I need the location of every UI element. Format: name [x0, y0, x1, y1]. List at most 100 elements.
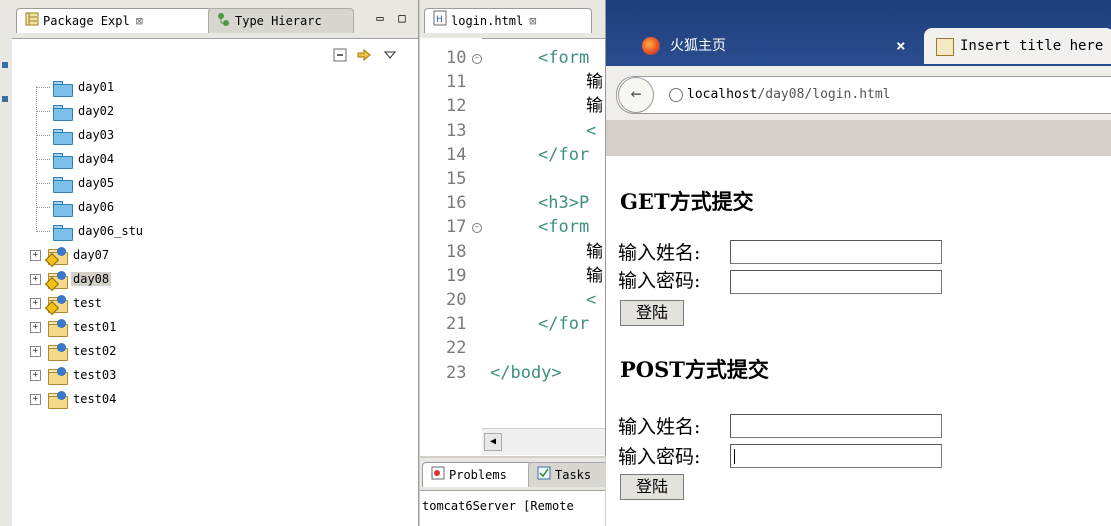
tree-item-test02[interactable]: + test02	[30, 340, 118, 362]
folder-icon	[52, 200, 73, 217]
tab-type-hierarchy[interactable]: Type Hierarc	[208, 8, 354, 33]
tree-item-day07[interactable]: + day07	[30, 244, 111, 267]
get-submit-button[interactable]: 登陆	[620, 300, 684, 326]
text-caret	[734, 449, 735, 464]
get-form-heading: GET方式提交	[620, 189, 754, 214]
tab-login-html[interactable]: H login.html ⊠	[424, 8, 592, 33]
package-explorer-toolbar	[12, 40, 418, 70]
back-arrow-icon: ←	[630, 83, 642, 104]
tab-label: Insert title here	[960, 38, 1104, 54]
tree-item-label: test01	[73, 320, 117, 334]
project-folder-icon	[44, 294, 68, 315]
expand-icon[interactable]: +	[30, 274, 41, 285]
tab-label: 火狐主页	[670, 38, 726, 54]
horizontal-scrollbar[interactable]: ◀	[482, 428, 605, 455]
tab-label: Problems	[449, 468, 507, 482]
post-password-input[interactable]	[730, 444, 942, 468]
tree-connector	[36, 231, 50, 232]
tree-connector	[36, 111, 50, 112]
tree-item-label: day02	[78, 104, 115, 118]
code-line: <form	[538, 217, 590, 238]
link-with-editor-icon[interactable]	[356, 48, 372, 64]
project-folder-icon	[47, 366, 68, 385]
tab-problems[interactable]: Problems	[422, 462, 532, 487]
expand-icon[interactable]: +	[30, 298, 41, 309]
tree-connector	[36, 159, 50, 160]
expand-icon[interactable]: +	[30, 394, 41, 405]
tree-item-test01[interactable]: + test01	[30, 316, 118, 338]
code-text-area[interactable]: <form 输输 < </for <h3>P <form 输输 < </for </body>	[420, 38, 605, 428]
bookmarks-toolbar	[606, 120, 1111, 156]
maximize-icon[interactable]: □	[394, 10, 410, 26]
minimize-icon[interactable]: ▭	[372, 10, 388, 26]
tree-item-test03[interactable]: + test03	[30, 364, 118, 386]
code-line: <	[586, 120, 597, 141]
firefox-tabstrip: 火狐主页 × Insert title here	[606, 0, 1111, 66]
close-icon[interactable]: ⊠	[529, 14, 536, 28]
close-tab-icon[interactable]: ×	[896, 28, 906, 64]
firefox-window: 火狐主页 × Insert title here localhost/day08…	[606, 0, 1111, 526]
code-line: <	[586, 290, 597, 310]
tree-item-label: test	[73, 296, 102, 310]
tab-tasks[interactable]: Tasks	[528, 462, 616, 487]
scroll-left-icon[interactable]: ◀	[484, 433, 502, 451]
problems-view: Problems Tasks tomcat6Server [Remote	[420, 458, 616, 526]
tree-item-label: day01	[78, 80, 115, 94]
url-host: localhost	[687, 87, 758, 102]
collapse-all-icon[interactable]	[332, 48, 348, 64]
tree-item-day05[interactable]: day05	[36, 172, 116, 194]
tree-item-day08[interactable]: + day08	[30, 268, 112, 291]
url-text[interactable]: localhost/day08/login.html	[669, 77, 891, 113]
expand-icon[interactable]: +	[30, 370, 41, 381]
tree-item-label: test04	[73, 392, 117, 406]
tree-item-day06_stu[interactable]: day06_stu	[36, 220, 145, 242]
expand-icon[interactable]: +	[30, 346, 41, 357]
post-password-label: 输入密码:	[618, 446, 701, 468]
tree-item-test[interactable]: + test	[30, 292, 104, 315]
tab-label: Package Expl	[43, 14, 130, 28]
folder-icon	[52, 176, 73, 193]
trim-icon[interactable]	[2, 96, 8, 102]
tree-item-label: day08	[71, 272, 112, 286]
get-password-input[interactable]	[730, 270, 942, 294]
editor-tabbar: H login.html ⊠	[420, 0, 605, 39]
code-line: 输	[586, 72, 603, 93]
code-line: 输	[586, 241, 603, 262]
tree-item-day02[interactable]: day02	[36, 100, 116, 122]
project-folder-icon	[44, 246, 68, 267]
project-folder-icon	[44, 270, 68, 291]
tree-item-day03[interactable]: day03	[36, 124, 116, 146]
folder-icon	[52, 224, 73, 241]
get-name-label: 输入姓名:	[618, 242, 701, 264]
get-name-input[interactable]	[730, 240, 942, 264]
tab-firefox-home[interactable]: 火狐主页 ×	[606, 28, 924, 64]
close-icon[interactable]: ⊠	[136, 14, 143, 28]
trim-icon[interactable]	[2, 62, 8, 68]
post-submit-button[interactable]: 登陆	[620, 474, 684, 500]
url-bar[interactable]: localhost/day08/login.html	[616, 76, 1111, 114]
tree-item-test04[interactable]: + test04	[30, 388, 118, 410]
tree-item-day04[interactable]: day04	[36, 148, 116, 170]
firefox-logo-icon	[642, 37, 660, 55]
code-line: </body>	[490, 362, 562, 383]
view-menu-icon[interactable]	[382, 48, 398, 64]
expand-icon[interactable]: +	[30, 250, 41, 261]
post-name-label: 输入姓名:	[618, 416, 701, 438]
page-content: GET方式提交 输入姓名: 输入密码: 登陆 POST方式提交 输入姓名: 输入…	[606, 156, 1111, 526]
project-folder-icon	[47, 318, 68, 337]
tab-package-explorer[interactable]: Package Expl ⊠	[16, 8, 212, 33]
folder-icon	[52, 80, 73, 97]
back-button[interactable]: ←	[618, 77, 654, 113]
tree-item-day06[interactable]: day06	[36, 196, 116, 218]
type-hierarchy-icon	[217, 10, 231, 34]
post-name-input[interactable]	[730, 414, 942, 438]
tab-label: login.html	[451, 14, 524, 28]
tab-insert-title-here[interactable]: Insert title here	[924, 28, 1111, 64]
tab-label: Type Hierarc	[235, 14, 322, 28]
tree-item-label: day06	[78, 200, 115, 214]
tree-item-day01[interactable]: day01	[36, 76, 116, 98]
folder-icon	[52, 128, 73, 145]
package-explorer-tabbar: Package Expl ⊠ Type Hierarc ▭ □	[12, 0, 418, 39]
folder-icon	[52, 104, 73, 121]
expand-icon[interactable]: +	[30, 322, 41, 333]
